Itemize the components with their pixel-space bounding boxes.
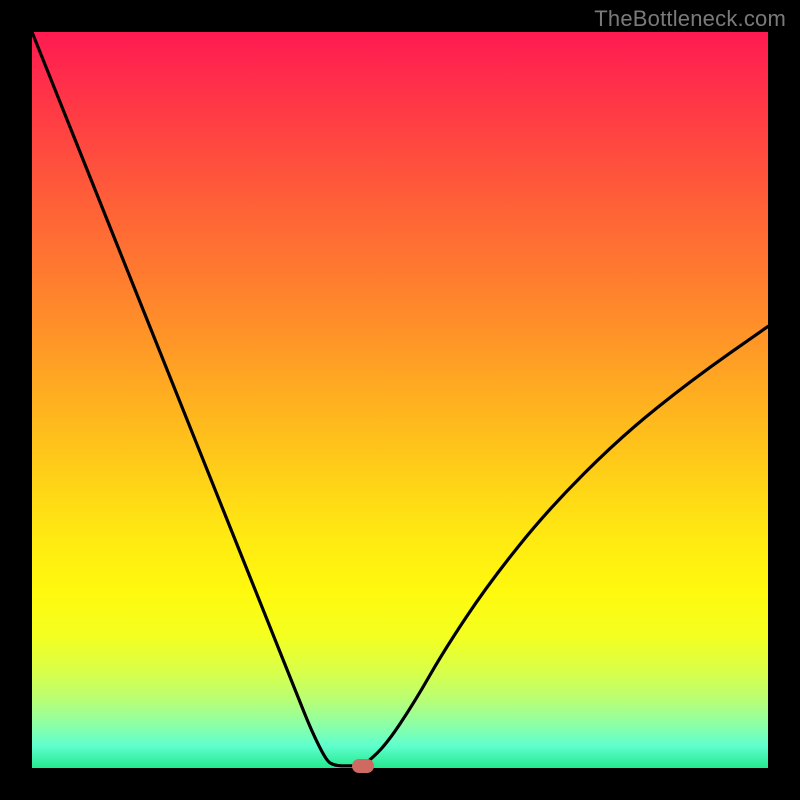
watermark-text: TheBottleneck.com bbox=[594, 6, 786, 32]
bottleneck-curve bbox=[32, 32, 768, 768]
minimum-marker bbox=[352, 759, 374, 773]
chart-frame: TheBottleneck.com bbox=[0, 0, 800, 800]
plot-area bbox=[32, 32, 768, 768]
